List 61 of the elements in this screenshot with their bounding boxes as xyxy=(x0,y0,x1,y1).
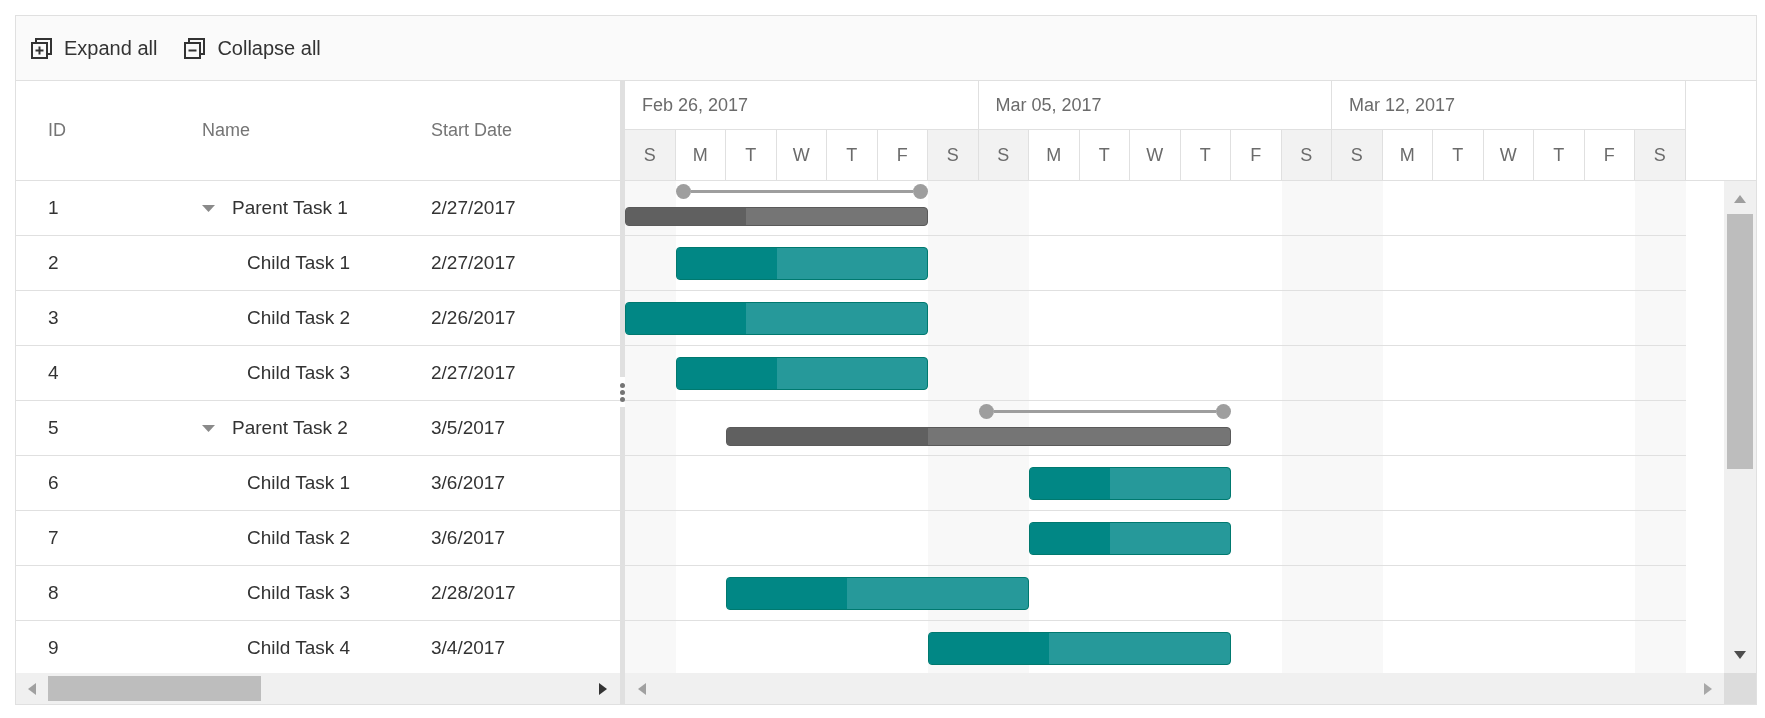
expand-all-button[interactable]: Expand all xyxy=(31,33,158,63)
scroll-down-icon[interactable] xyxy=(1734,651,1746,659)
start-date: 2/27/2017 xyxy=(431,196,516,218)
task-bar[interactable] xyxy=(1029,521,1231,555)
task-name: Child Task 2 xyxy=(247,525,351,550)
task-id: 6 xyxy=(48,471,59,493)
horizontal-scrollbar[interactable] xyxy=(625,673,1724,704)
task-id: 1 xyxy=(48,196,59,218)
task-id: 5 xyxy=(48,416,59,438)
caret-down-icon[interactable] xyxy=(202,204,215,212)
plus-squares-icon xyxy=(31,37,52,59)
task-name: Child Task 3 xyxy=(247,360,351,385)
task-name: Parent Task 2 xyxy=(232,415,348,440)
task-name: Child Task 4 xyxy=(247,635,351,660)
task-name: Child Task 1 xyxy=(247,470,351,495)
start-date: 2/26/2017 xyxy=(431,306,516,328)
task-bar[interactable] xyxy=(675,356,928,390)
vertical-scrollbar[interactable] xyxy=(1724,181,1756,673)
scroll-left-icon[interactable] xyxy=(638,682,646,695)
task-bar[interactable] xyxy=(726,576,1029,610)
day-header: S xyxy=(625,130,676,180)
collapse-all-button[interactable]: Collapse all xyxy=(184,33,321,63)
task-bar[interactable] xyxy=(625,301,928,335)
scroll-up-icon[interactable] xyxy=(1734,195,1746,203)
day-header: S xyxy=(1635,130,1686,180)
task-bar[interactable] xyxy=(675,246,928,280)
task-name: Child Task 3 xyxy=(247,580,351,605)
minus-squares-icon xyxy=(184,37,206,59)
task-name: Parent Task 1 xyxy=(232,195,348,220)
task-name: Child Task 2 xyxy=(247,305,351,330)
task-name: Child Task 1 xyxy=(247,250,351,275)
splitter[interactable] xyxy=(620,81,625,704)
day-header: S xyxy=(1281,130,1332,180)
start-date: 2/28/2017 xyxy=(431,581,516,603)
start-date: 3/6/2017 xyxy=(431,471,505,493)
scroll-right-icon[interactable] xyxy=(599,682,607,695)
caret-down-icon[interactable] xyxy=(202,424,215,432)
task-id: 4 xyxy=(48,361,59,383)
task-id: 3 xyxy=(48,306,59,328)
start-date: 3/4/2017 xyxy=(431,636,505,658)
task-bar[interactable] xyxy=(1029,466,1231,500)
scrollbar-thumb[interactable] xyxy=(48,676,261,701)
task-id: 7 xyxy=(48,526,59,548)
start-date: 2/27/2017 xyxy=(431,361,516,383)
task-id: 2 xyxy=(48,251,59,273)
scroll-left-icon[interactable] xyxy=(28,682,36,695)
day-header: S xyxy=(1332,130,1383,180)
column-header[interactable]: Start Date xyxy=(431,120,513,140)
task-bar[interactable] xyxy=(928,631,1231,665)
start-date: 3/5/2017 xyxy=(431,416,505,438)
column-header[interactable]: Name xyxy=(202,120,250,140)
start-date: 3/6/2017 xyxy=(431,526,505,548)
day-header: S xyxy=(928,130,979,180)
task-id: 9 xyxy=(48,636,59,658)
drag-handle-icon[interactable] xyxy=(620,377,625,407)
column-header[interactable]: ID xyxy=(48,120,66,140)
day-header: S xyxy=(978,130,1029,180)
start-date: 2/27/2017 xyxy=(431,251,516,273)
task-id: 8 xyxy=(48,581,59,603)
scrollbar-thumb[interactable] xyxy=(1727,214,1753,469)
horizontal-scrollbar[interactable] xyxy=(16,673,620,704)
